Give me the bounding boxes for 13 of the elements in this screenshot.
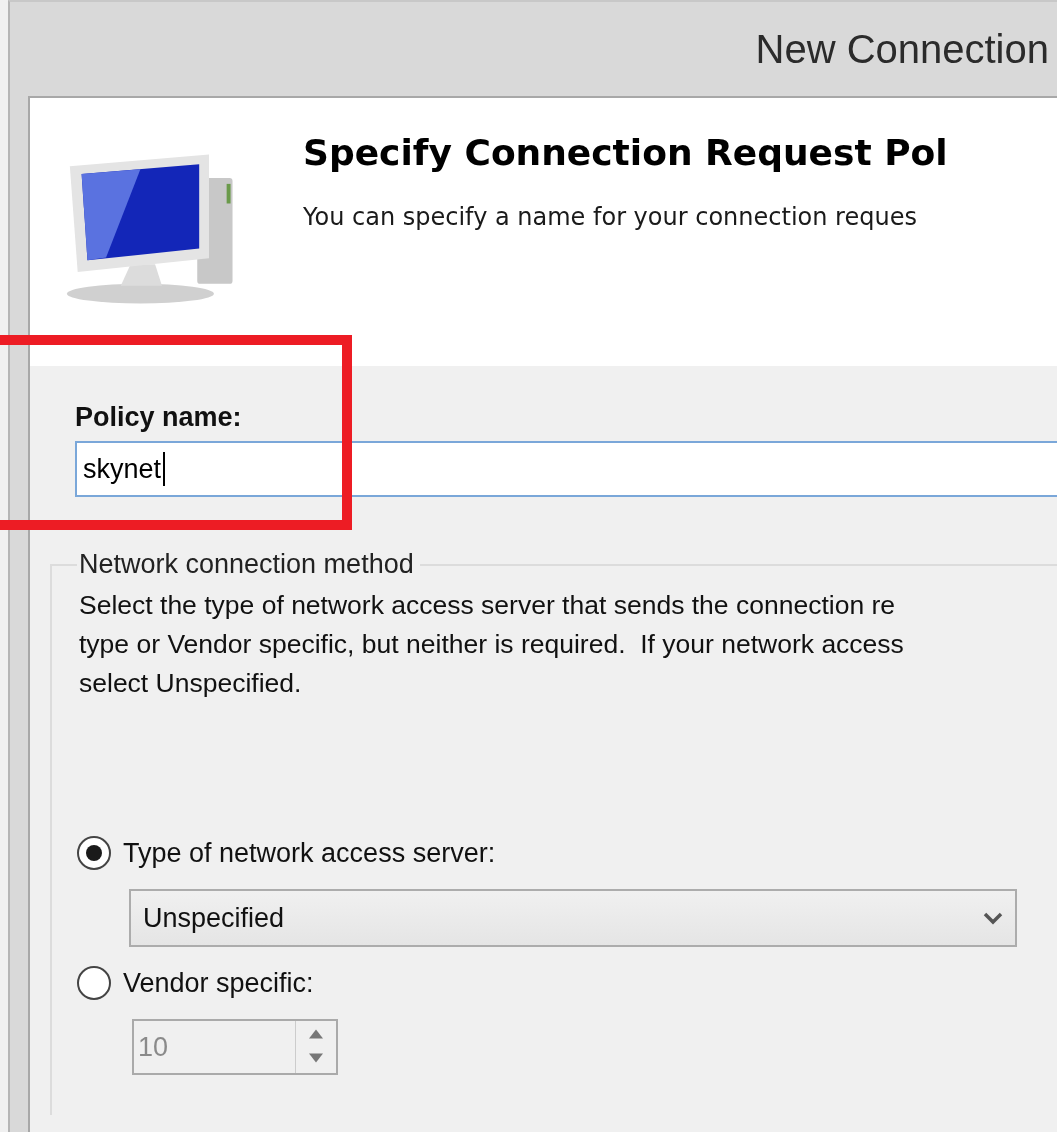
server-type-dropdown[interactable]: Unspecified <box>129 889 1017 947</box>
radio-label[interactable]: Type of network access server: <box>123 837 496 869</box>
policy-name-field[interactable]: skynet <box>75 441 1057 497</box>
group-title: Network connection method <box>78 549 415 580</box>
description-text: Select the type of network access server that sends the connection re <box>79 589 896 622</box>
chevron-down-icon <box>983 911 1003 925</box>
page-heading: Specify Connection Request Pol <box>303 132 948 173</box>
field-label: Policy name: <box>75 402 242 433</box>
window-title: New Connection <box>755 26 1049 72</box>
description-text: type or Vendor specific, but neither is required. If your network access <box>79 628 904 661</box>
page-subtitle: You can specify a name for your connection reques <box>303 203 918 231</box>
radio-button[interactable] <box>77 836 111 870</box>
description-text: select Unspecified. <box>79 667 302 700</box>
